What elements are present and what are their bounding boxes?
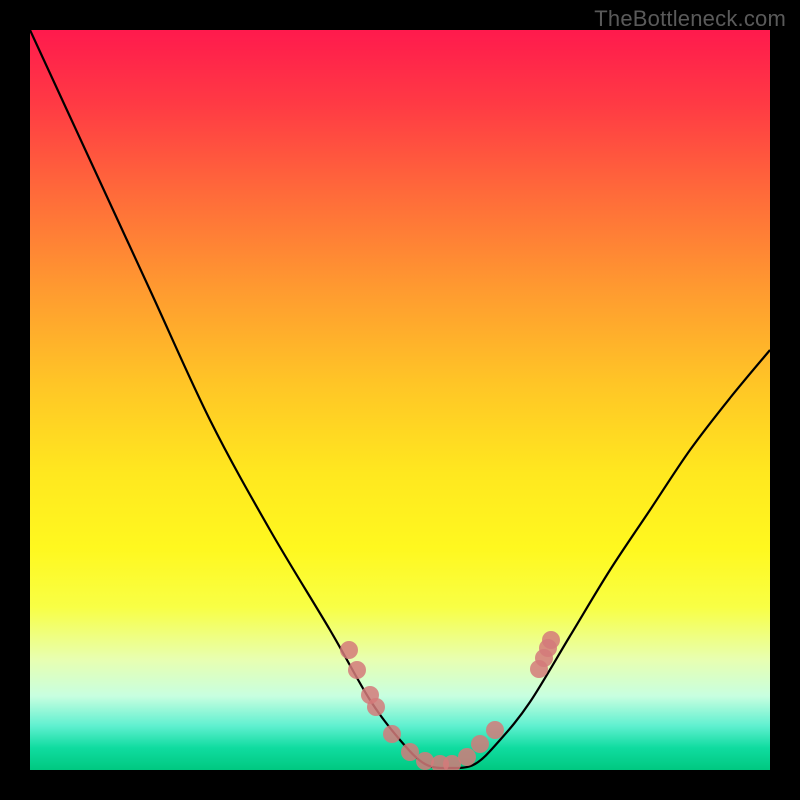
bottleneck-curve (30, 30, 770, 768)
data-marker (486, 721, 504, 739)
data-marker (416, 752, 434, 770)
data-marker (458, 748, 476, 766)
watermark-text: TheBottleneck.com (594, 6, 786, 32)
data-marker (367, 698, 385, 716)
data-marker (542, 631, 560, 649)
chart-plot-area (30, 30, 770, 770)
data-marker (471, 735, 489, 753)
chart-svg (30, 30, 770, 770)
data-marker (401, 743, 419, 761)
data-marker (340, 641, 358, 659)
data-markers (340, 631, 560, 770)
data-marker (348, 661, 366, 679)
data-marker (383, 725, 401, 743)
